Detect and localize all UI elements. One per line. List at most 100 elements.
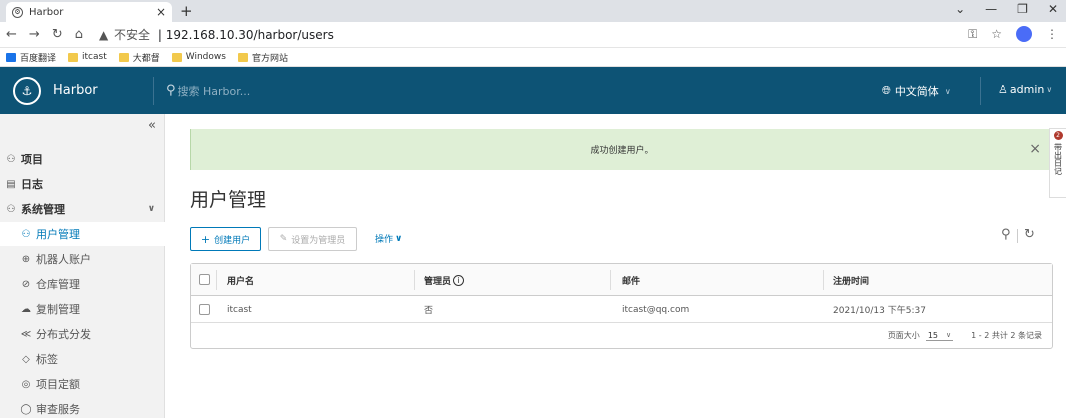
bookmark-item[interactable]: itcast xyxy=(68,52,107,62)
folder-icon xyxy=(118,52,129,62)
header-divider xyxy=(980,77,981,105)
translate-icon xyxy=(6,52,16,62)
search-icon[interactable]: ⚲ xyxy=(1001,227,1011,242)
menu-icon[interactable]: ⋮ xyxy=(1046,27,1058,41)
folder-icon xyxy=(68,52,79,62)
address-bar-actions: ⚿ ☆ ⋮ xyxy=(968,26,1058,42)
key-icon[interactable]: ⚿ xyxy=(968,27,977,42)
harbor-logo-icon[interactable]: ⚓ xyxy=(13,76,41,105)
sidebar-item-scanners[interactable]: ◯ 审查服务 xyxy=(0,397,165,418)
user-menu[interactable]: ♙ admin ∨ xyxy=(998,83,1052,96)
globe-icon: 🌐︎ xyxy=(882,84,891,97)
refresh-icon[interactable]: ↻ xyxy=(1024,227,1035,242)
username: admin xyxy=(1009,83,1045,96)
toolbar-divider xyxy=(1017,229,1018,243)
sidebar: « ⚇ 项目 ▤ 日志 ⚇ 系统管理 ∨ ⚇ 用户管理 ⊕ 机器人账户 ⊘ 仓库… xyxy=(0,114,165,418)
browser-tab-bar: ⚙ Harbor × + ⌄ — ❐ ✕ xyxy=(0,0,1066,22)
sidebar-item-replications[interactable]: ☁ 复制管理 xyxy=(0,297,165,321)
column-header-email[interactable]: 邮件 xyxy=(622,264,640,296)
forward-icon[interactable]: → xyxy=(29,27,40,42)
notification-badge: 2 xyxy=(1053,131,1063,140)
minimize-icon[interactable]: — xyxy=(985,2,997,16)
cell-email: itcast@qq.com xyxy=(622,304,690,315)
bookmark-item[interactable]: Windows xyxy=(171,52,226,62)
url-separator: | xyxy=(157,28,166,42)
tag-icon: ◇ xyxy=(22,353,30,365)
profile-avatar[interactable] xyxy=(1016,26,1032,42)
app-header: ⚓ Harbor ⚲ 搜索 Harbor... 🌐︎ 中文简体 ∨ ♙ admi… xyxy=(0,67,1066,114)
row-checkbox[interactable] xyxy=(199,304,210,315)
harbor-favicon-icon: ⚙ xyxy=(12,6,23,18)
sidebar-item-robot-accounts[interactable]: ⊕ 机器人账户 xyxy=(0,247,165,271)
global-search[interactable]: ⚲ 搜索 Harbor... xyxy=(166,83,250,99)
cell-admin: 否 xyxy=(424,306,434,316)
reload-icon[interactable]: ↻ xyxy=(52,27,63,42)
bookmark-item[interactable]: 大都督 xyxy=(118,51,160,64)
select-all-checkbox[interactable] xyxy=(199,274,210,285)
registry-icon: ⊘ xyxy=(21,278,31,290)
tab-title: Harbor xyxy=(29,6,64,18)
sidebar-item-users[interactable]: ⚇ 用户管理 xyxy=(0,222,165,246)
bookmark-item[interactable]: 百度翻译 xyxy=(6,51,56,64)
sidebar-item-administration[interactable]: ⚇ 系统管理 ∨ xyxy=(0,197,165,221)
table-header: 用户名 管理员 i 邮件 注册时间 xyxy=(191,264,1052,296)
chevron-down-icon: ∨ xyxy=(395,233,403,244)
brand-name[interactable]: Harbor xyxy=(53,83,143,98)
projects-icon: ⚇ xyxy=(6,153,16,165)
tab-close-icon[interactable]: × xyxy=(156,5,166,19)
set-admin-button[interactable]: ✎ 设置为管理员 xyxy=(268,227,357,251)
column-header-admin[interactable]: 管理员 i xyxy=(424,264,465,296)
new-user-button[interactable]: + 创建用户 xyxy=(190,227,261,251)
bookmark-item[interactable]: 官方网站 xyxy=(237,51,288,64)
tab-search-icon[interactable]: ⌄ xyxy=(955,2,965,16)
cell-registered: 2021/10/13 下午5:37 xyxy=(833,306,926,316)
scanner-icon: ◯ xyxy=(20,403,32,415)
sidebar-item-logs[interactable]: ▤ 日志 xyxy=(0,172,165,196)
close-icon[interactable]: × xyxy=(1029,141,1041,157)
column-divider xyxy=(216,270,217,290)
alert-message: 成功创建用户。 xyxy=(590,146,654,156)
pagination-summary: 1 - 2 共计 2 条记录 xyxy=(971,331,1042,340)
new-tab-button[interactable]: + xyxy=(180,2,193,20)
table-row[interactable]: itcast 否 itcast@qq.com 2021/10/13 下午5:37 xyxy=(191,296,1052,323)
language-selector[interactable]: 🌐︎ 中文简体 ∨ xyxy=(882,83,951,99)
chevron-down-icon: ∨ xyxy=(1046,85,1053,94)
sidebar-item-registries[interactable]: ⊘ 仓库管理 xyxy=(0,272,165,296)
collapse-sidebar-icon[interactable]: « xyxy=(148,118,156,133)
column-header-username[interactable]: 用户名 xyxy=(227,264,254,296)
star-icon[interactable]: ☆ xyxy=(991,27,1002,41)
edit-icon: ✎ xyxy=(279,234,288,244)
user-icon: ♙ xyxy=(998,83,1008,96)
chevron-down-icon: ∨ xyxy=(946,331,952,339)
actions-dropdown[interactable]: 操作 ∨ xyxy=(375,232,403,246)
robot-icon: ⊕ xyxy=(21,253,31,265)
side-widget[interactable]: 2 带出日记 xyxy=(1049,128,1066,198)
side-widget-label: 带出日记 xyxy=(1053,143,1063,175)
sidebar-item-quotas[interactable]: ◎ 项目定额 xyxy=(0,372,165,396)
column-header-registered[interactable]: 注册时间 xyxy=(833,264,869,296)
page-size-label: 页面大小 xyxy=(887,331,920,340)
column-divider xyxy=(823,270,824,290)
maximize-icon[interactable]: ❐ xyxy=(1017,2,1028,16)
back-icon[interactable]: ← xyxy=(6,27,17,42)
search-placeholder: 搜索 Harbor... xyxy=(177,84,251,98)
sidebar-item-distribution[interactable]: ≪ 分布式分发 xyxy=(0,322,165,346)
chevron-down-icon: ∨ xyxy=(147,204,155,214)
sidebar-item-labels[interactable]: ◇ 标签 xyxy=(0,347,165,371)
url-text: 192.168.10.30/harbor/users xyxy=(165,28,334,42)
browser-tab[interactable]: ⚙ Harbor × xyxy=(6,2,172,22)
quota-icon: ◎ xyxy=(21,378,31,390)
info-icon[interactable]: i xyxy=(453,274,465,286)
bookmarks-bar: 百度翻译 itcast 大都督 Windows 官方网站 xyxy=(0,48,1066,67)
warning-icon: ▲ xyxy=(98,28,109,42)
success-alert: 成功创建用户。 × xyxy=(190,129,1053,170)
page-size-select[interactable]: 15 ∨ xyxy=(925,331,954,341)
search-icon: ⚲ xyxy=(166,83,176,98)
home-icon[interactable]: ⌂ xyxy=(75,27,83,42)
folder-icon xyxy=(237,52,248,62)
plus-icon: + xyxy=(200,232,211,246)
sidebar-item-projects[interactable]: ⚇ 项目 xyxy=(0,147,165,171)
logs-icon: ▤ xyxy=(6,178,16,190)
close-window-icon[interactable]: ✕ xyxy=(1048,2,1058,16)
url-field[interactable]: ▲ 不安全 | 192.168.10.30/harbor/users xyxy=(99,26,334,43)
